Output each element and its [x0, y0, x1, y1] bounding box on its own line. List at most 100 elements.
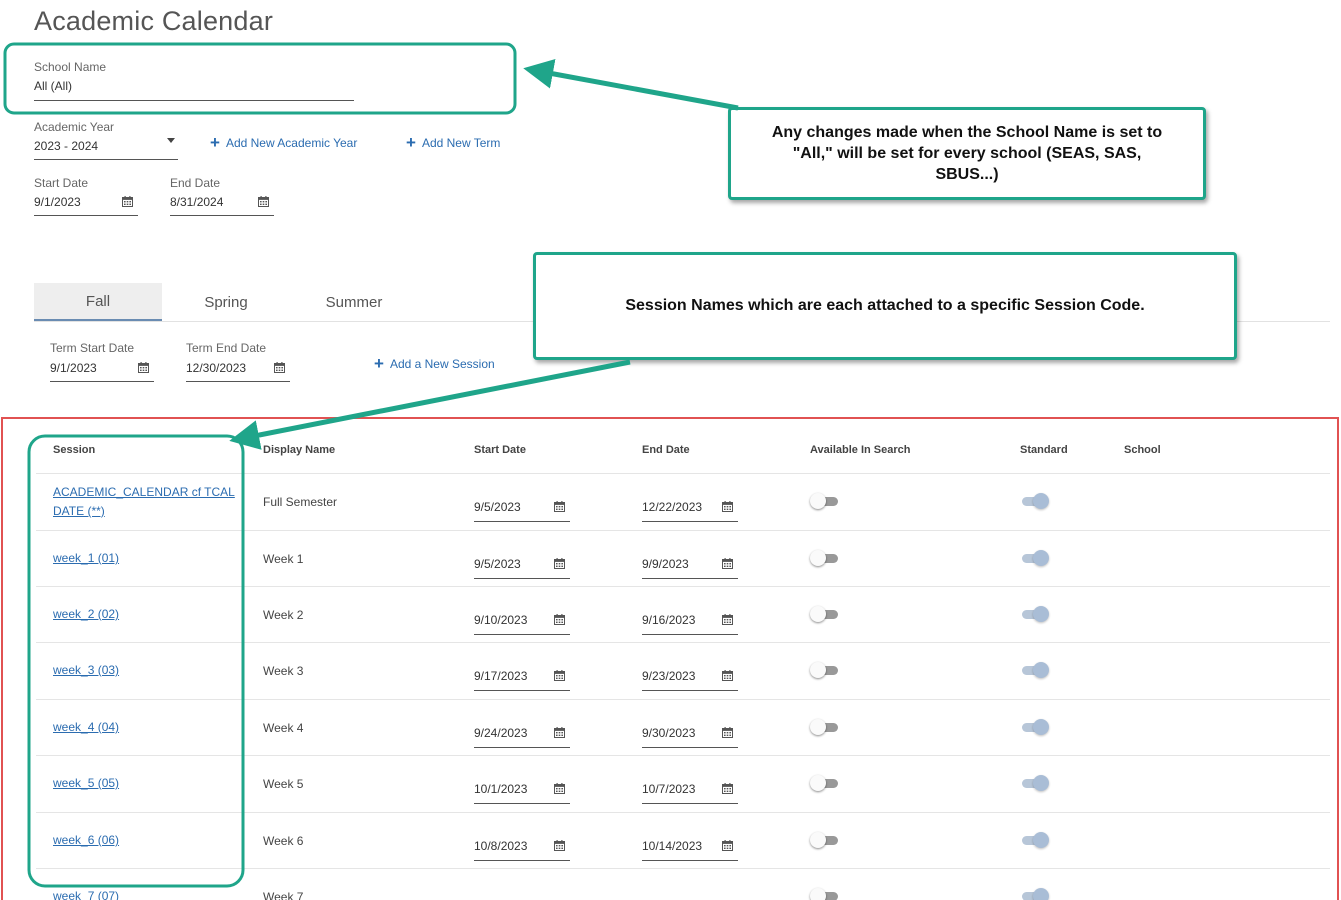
- standard-toggle[interactable]: [1020, 662, 1049, 678]
- tab-spring[interactable]: Spring: [162, 283, 290, 321]
- tab-summer[interactable]: Summer: [290, 283, 418, 321]
- session-link[interactable]: week_3 (03): [53, 661, 119, 680]
- session-end-date-underline: [642, 690, 738, 691]
- session-link[interactable]: week_7 (07): [53, 887, 119, 900]
- row-divider: [36, 755, 1330, 756]
- term-start-date-underline: [50, 381, 154, 382]
- standard-toggle[interactable]: [1020, 775, 1049, 791]
- session-link-line1: week_3 (03): [53, 663, 120, 677]
- session-start-date-underline: [474, 578, 570, 579]
- display-name-cell: Week 7: [263, 890, 304, 900]
- column-header-start-date: Start Date: [474, 444, 526, 456]
- term-end-date-underline: [186, 381, 290, 382]
- row-divider: [36, 473, 1330, 474]
- session-link-line1: week_7 (07): [53, 889, 120, 900]
- calendar-icon[interactable]: [554, 670, 565, 681]
- calendar-icon[interactable]: [722, 727, 733, 738]
- column-header-display-name: Display Name: [263, 444, 336, 456]
- session-link[interactable]: week_5 (05): [53, 774, 119, 793]
- plus-icon: +: [374, 354, 384, 373]
- add-academic-year-label: Add New Academic Year: [225, 136, 358, 150]
- column-header-standard: Standard: [1020, 444, 1068, 456]
- standard-toggle[interactable]: [1020, 832, 1049, 848]
- display-name-cell: Week 5: [263, 777, 304, 791]
- row-divider: [36, 699, 1330, 700]
- session-start-date-underline: [474, 860, 570, 861]
- column-header-end-date: End Date: [642, 444, 690, 456]
- start-date-label: Start Date: [34, 176, 89, 190]
- available-in-search-toggle[interactable]: [810, 832, 838, 848]
- calendar-icon[interactable]: [722, 558, 733, 569]
- row-divider: [36, 586, 1330, 587]
- calendar-icon[interactable]: [554, 558, 565, 569]
- row-divider: [36, 530, 1330, 531]
- standard-toggle[interactable]: [1020, 606, 1049, 622]
- session-link[interactable]: week_4 (04): [53, 718, 119, 737]
- add-session-button[interactable]: + Add a New Session: [374, 354, 495, 373]
- session-link[interactable]: ACADEMIC_CALENDAR cf TCAL DATE (**): [53, 483, 235, 521]
- row-divider: [36, 812, 1330, 813]
- calendar-icon[interactable]: [554, 614, 565, 625]
- column-header-school: School: [1124, 444, 1161, 456]
- available-in-search-toggle[interactable]: [810, 550, 838, 566]
- plus-icon: +: [210, 133, 220, 152]
- available-in-search-toggle[interactable]: [810, 888, 838, 900]
- calendar-icon[interactable]: [554, 727, 565, 738]
- row-divider: [36, 642, 1330, 643]
- add-term-button[interactable]: + Add New Term: [406, 133, 500, 152]
- available-in-search-toggle[interactable]: [810, 606, 838, 622]
- tab-fall[interactable]: Fall: [34, 283, 162, 321]
- session-link-line1: ACADEMIC_CALENDAR cf TCAL: [53, 485, 235, 499]
- available-in-search-toggle[interactable]: [810, 493, 838, 509]
- calendar-icon[interactable]: [722, 670, 733, 681]
- session-end-date-underline: [642, 521, 738, 522]
- session-link-line1: week_1 (01): [53, 551, 120, 565]
- available-in-search-toggle[interactable]: [810, 719, 838, 735]
- row-divider: [36, 868, 1330, 869]
- available-in-search-toggle[interactable]: [810, 662, 838, 678]
- session-link[interactable]: week_2 (02): [53, 605, 119, 624]
- session-end-date-underline: [642, 747, 738, 748]
- session-start-date-underline: [474, 521, 570, 522]
- standard-toggle[interactable]: [1020, 550, 1049, 566]
- plus-icon: +: [406, 133, 416, 152]
- school-name-label: School Name: [34, 60, 107, 74]
- standard-toggle[interactable]: [1020, 719, 1049, 735]
- calendar-icon[interactable]: [274, 362, 285, 373]
- chevron-down-icon[interactable]: [167, 138, 175, 143]
- calendar-icon[interactable]: [554, 783, 565, 794]
- session-start-date-underline: [474, 747, 570, 748]
- end-date-underline: [170, 215, 274, 216]
- calendar-icon[interactable]: [722, 614, 733, 625]
- session-end-date-underline: [642, 860, 738, 861]
- school-name-select[interactable]: All (All): [34, 79, 354, 97]
- add-academic-year-button[interactable]: + Add New Academic Year: [210, 133, 358, 152]
- session-start-date-underline: [474, 803, 570, 804]
- session-start-date-underline: [474, 690, 570, 691]
- standard-toggle[interactable]: [1020, 493, 1049, 509]
- session-start-date-underline: [474, 634, 570, 635]
- start-date-underline: [34, 215, 138, 216]
- term-start-date-label: Term Start Date: [50, 341, 135, 355]
- session-end-date-underline: [642, 803, 738, 804]
- calendar-icon[interactable]: [554, 501, 565, 512]
- academic-year-select[interactable]: 2023 - 2024: [34, 139, 178, 157]
- calendar-icon[interactable]: [722, 783, 733, 794]
- column-header-session: Session: [53, 444, 96, 456]
- available-in-search-toggle[interactable]: [810, 775, 838, 791]
- calendar-icon[interactable]: [138, 362, 149, 373]
- display-name-cell: Week 2: [263, 608, 304, 622]
- display-name-cell: Week 6: [263, 834, 304, 848]
- add-session-label: Add a New Session: [389, 357, 495, 371]
- session-link[interactable]: week_6 (06): [53, 831, 119, 850]
- calendar-icon[interactable]: [122, 196, 133, 207]
- column-header-available-in-search: Available In Search: [810, 444, 911, 456]
- session-link[interactable]: week_1 (01): [53, 549, 119, 568]
- session-link-line1: week_2 (02): [53, 607, 120, 621]
- standard-toggle[interactable]: [1020, 888, 1049, 900]
- calendar-icon[interactable]: [722, 501, 733, 512]
- display-name-cell: Full Semester: [263, 495, 338, 509]
- calendar-icon[interactable]: [258, 196, 269, 207]
- calendar-icon[interactable]: [554, 840, 565, 851]
- calendar-icon[interactable]: [722, 840, 733, 851]
